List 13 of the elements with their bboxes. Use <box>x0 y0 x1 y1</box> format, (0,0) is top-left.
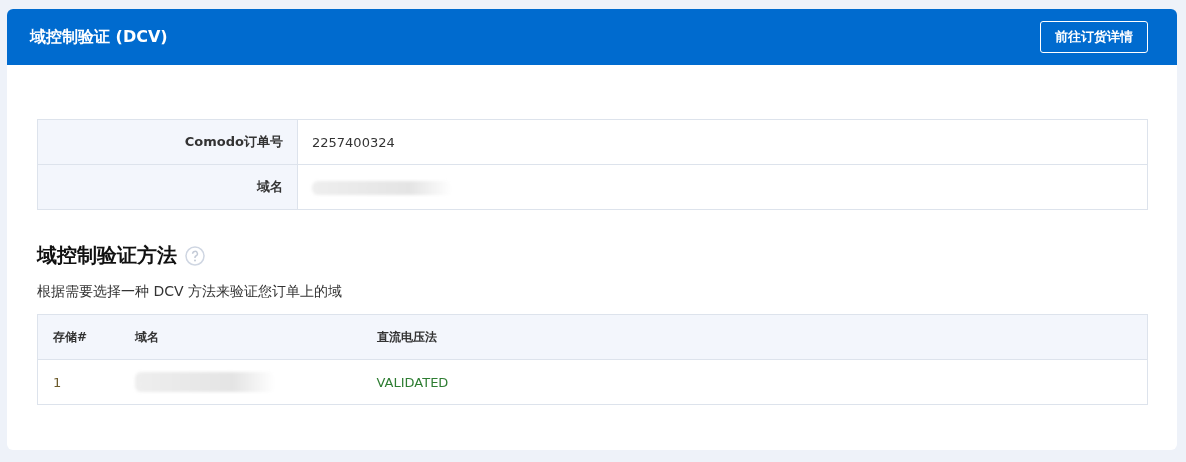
column-header: 域名 <box>119 314 362 360</box>
help-icon[interactable] <box>185 245 205 266</box>
column-header: 存储# <box>37 314 120 360</box>
field-label: 域名 <box>37 164 298 210</box>
page-title: 域控制验证 (DCV) <box>30 26 168 48</box>
table-cell: 1 <box>37 359 120 405</box>
column-header: 直流电压法 <box>361 314 1148 360</box>
section-description: 根据需要选择一种 DCV 方法来验证您订单上的域 <box>37 283 344 301</box>
field-value: 2257400324 <box>297 119 1148 165</box>
section-title: 域控制验证方法 <box>37 242 177 269</box>
order-details-button[interactable]: 前往订货详情 <box>1040 21 1148 53</box>
field-label: Comodo订单号 <box>37 119 298 165</box>
status-text: VALIDATED <box>361 359 1148 405</box>
